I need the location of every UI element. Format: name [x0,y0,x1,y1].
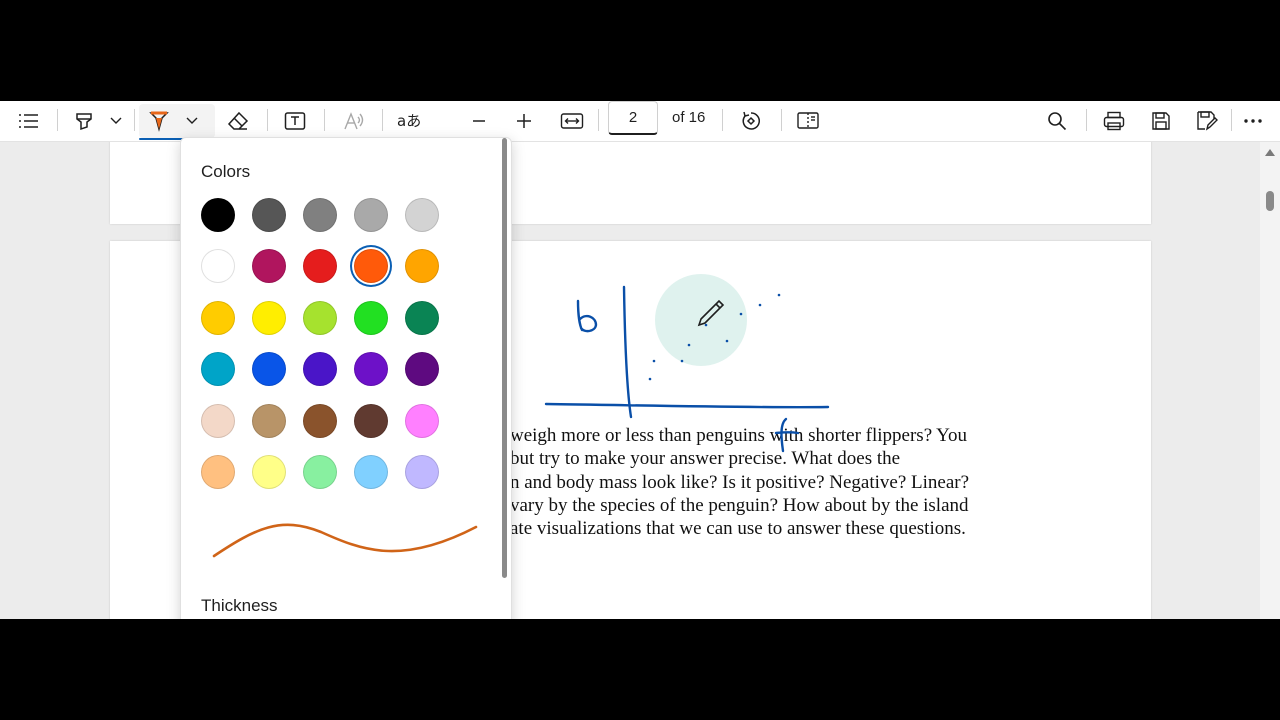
color-swatch[interactable] [303,249,337,284]
separator [382,109,383,131]
zoom-out-icon[interactable] [466,105,492,137]
fit-width-icon[interactable] [557,105,587,137]
svg-text:aあ: aあ [397,112,421,130]
separator [324,109,325,131]
zoom-in-icon[interactable] [511,105,537,137]
save-icon[interactable] [1147,105,1175,137]
search-icon[interactable] [1043,105,1071,137]
color-swatch[interactable] [354,352,388,387]
color-swatch[interactable] [405,300,439,335]
panel-scrollbar-thumb[interactable] [502,138,507,578]
more-icon[interactable] [1239,105,1267,137]
page-view-icon[interactable] [794,105,822,137]
color-swatch[interactable] [405,249,439,284]
color-swatch[interactable] [303,300,337,335]
color-swatch[interactable] [354,198,388,232]
color-swatch[interactable] [201,403,235,438]
separator [722,109,723,131]
color-swatch[interactable] [354,249,388,284]
separator [267,109,268,131]
color-swatch[interactable] [252,300,286,335]
separator [1086,109,1087,131]
color-swatch[interactable] [303,198,337,232]
color-swatch[interactable] [201,249,235,284]
highlight-icon[interactable] [70,105,98,137]
color-swatch[interactable] [201,300,235,335]
color-swatch[interactable] [252,352,286,387]
scroll-up-icon[interactable] [1265,149,1275,156]
draw-chevron-down-icon[interactable] [180,105,204,137]
color-swatch[interactable] [405,352,439,387]
page-count-label: of 16 [672,109,706,126]
color-swatch[interactable] [303,403,337,438]
text-box-icon[interactable] [281,105,309,137]
page-number-input[interactable] [608,101,658,135]
highlight-chevron-down-icon[interactable] [104,105,128,137]
color-swatch[interactable] [252,198,286,232]
thickness-heading: Thickness [201,596,278,615]
color-swatch[interactable] [252,249,286,284]
separator [134,109,135,131]
stroke-preview [212,523,478,558]
read-aloud-icon [340,105,368,137]
toolbar: aあ of 16 [0,101,1280,142]
color-swatch[interactable] [201,198,235,232]
color-swatch[interactable] [201,352,235,387]
translate-icon[interactable]: aあ [394,105,426,137]
scrollbar-thumb[interactable] [1266,191,1274,211]
color-swatch[interactable] [201,455,235,489]
color-swatch[interactable] [252,455,286,489]
separator [57,109,58,131]
save-as-icon[interactable] [1193,105,1221,137]
color-swatch[interactable] [303,352,337,387]
color-swatch[interactable] [252,403,286,438]
vertical-scrollbar[interactable] [1260,142,1280,619]
color-swatch[interactable] [303,455,337,489]
colors-heading: Colors [201,162,251,181]
print-icon[interactable] [1100,105,1128,137]
color-swatch[interactable] [405,198,439,232]
separator [1231,109,1232,131]
separator [781,109,782,131]
separator [598,109,599,131]
contents-icon[interactable] [14,105,44,137]
color-swatch[interactable] [354,300,388,335]
color-swatch[interactable] [405,455,439,489]
color-swatch[interactable] [354,455,388,489]
draw-pen-icon[interactable] [144,105,174,137]
pdf-viewer-window: aあ of 16 [0,101,1280,619]
color-swatch[interactable] [405,403,439,438]
rotate-icon[interactable] [737,105,765,137]
color-swatch[interactable] [354,403,388,438]
color-picker-panel: Colors Thickness [180,137,512,619]
eraser-icon[interactable] [224,105,252,137]
